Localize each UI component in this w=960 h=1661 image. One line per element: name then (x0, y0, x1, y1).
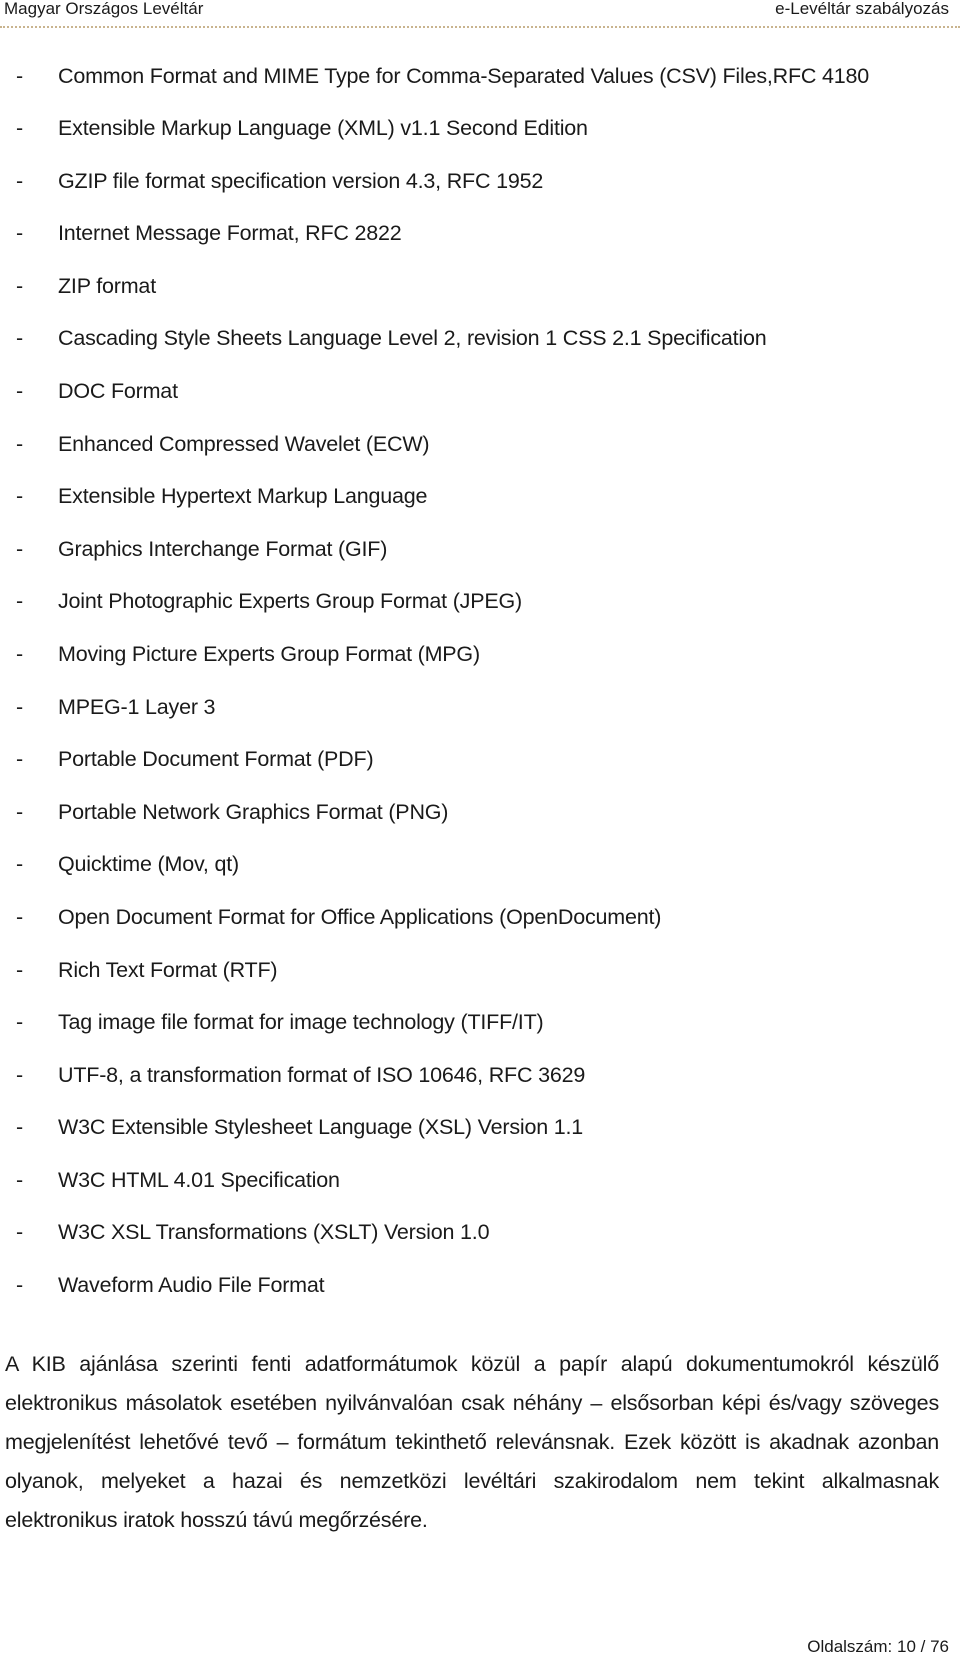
list-item-text: Internet Message Format, RFC 2822 (58, 221, 402, 246)
list-item: - UTF-8, a transformation format of ISO 1… (0, 1049, 960, 1102)
list-item: - GZIP file format specification version … (0, 155, 960, 208)
body-paragraph: A KIB ajánlása szerinti fenti adatformát… (5, 1352, 939, 1532)
list-item: - Enhanced Compressed Wavelet (ECW) (0, 418, 960, 471)
list-item-text: Extensible Markup Language (XML) v1.1 Se… (58, 116, 588, 140)
bullet-dash: - (16, 326, 23, 351)
list-item: - Portable Network Graphics Format (PNG) (0, 786, 960, 839)
list-item-text: Common Format and MIME Type for Comma-Se… (58, 64, 870, 88)
list-item-text: Quicktime (Mov, qt) (58, 852, 239, 877)
bullet-dash: - (16, 536, 23, 561)
list-item: - Joint Photographic Experts Group Format… (0, 575, 960, 628)
bullet-dash: - (16, 694, 23, 719)
bullet-dash: - (16, 116, 23, 140)
list-item-text: Tag image file format for image technolo… (58, 1010, 544, 1035)
list-item-text: W3C HTML 4.01 Specification (58, 1167, 340, 1192)
list-item-text: Waveform Audio File Format (58, 1273, 325, 1298)
page-header: Magyar Országos Levéltár e-Levéltár szab… (0, 0, 960, 28)
list-item: - Rich Text Format (RTF) (0, 944, 960, 997)
list-item: - W3C XSL Transformations (XSLT) Version … (0, 1206, 960, 1259)
list-item-text: MPEG-1 Layer 3 (58, 694, 216, 719)
list-item-text: Open Document Format for Office Applicat… (58, 904, 662, 929)
list-item-text: Portable Document Format (PDF) (58, 747, 374, 772)
list-item: - Internet Message Format, RFC 2822 (0, 207, 960, 260)
bullet-dash: - (16, 1220, 23, 1245)
list-item: - Moving Picture Experts Group Format (MP… (0, 628, 960, 681)
bullet-dash: - (16, 1167, 23, 1192)
list-item-text: Joint Photographic Experts Group Format … (58, 589, 522, 614)
bullet-dash: - (16, 64, 23, 88)
list-item-text: Cascading Style Sheets Language Level 2,… (58, 326, 767, 351)
list-item: - ZIP format (0, 260, 960, 313)
list-item: - MPEG-1 Layer 3 (0, 681, 960, 734)
bullet-dash: - (16, 852, 23, 877)
format-list: - Common Format and MIME Type for Comma-S… (0, 50, 960, 1312)
bullet-dash: - (16, 799, 23, 824)
list-item-text: Graphics Interchange Format (GIF) (58, 536, 388, 561)
bullet-dash: - (16, 1273, 23, 1298)
bullet-dash: - (16, 1062, 23, 1087)
bullet-dash: - (16, 589, 23, 614)
bullet-dash: - (16, 273, 23, 298)
bullet-dash: - (16, 168, 23, 193)
list-item: - Common Format and MIME Type for Comma-S… (0, 50, 960, 102)
header-organization: Magyar Országos Levéltár (4, 0, 204, 18)
header-document-title: e-Levéltár szabályozás (775, 0, 949, 18)
bullet-dash: - (16, 1010, 23, 1035)
list-item-text: Moving Picture Experts Group Format (MPG… (58, 641, 480, 666)
list-item: - Open Document Format for Office Applica… (0, 891, 960, 944)
list-item-text: ZIP format (58, 273, 156, 298)
bullet-dash: - (16, 378, 23, 403)
bullet-dash: - (16, 431, 23, 456)
list-item: - W3C HTML 4.01 Specification (0, 1154, 960, 1207)
list-item-text: Extensible Hypertext Markup Language (58, 484, 428, 509)
list-item: - Extensible Hypertext Markup Language (0, 470, 960, 523)
list-item: - Waveform Audio File Format (0, 1259, 960, 1312)
bullet-dash: - (16, 904, 23, 929)
list-item-text: Rich Text Format (RTF) (58, 957, 278, 982)
list-item-text: UTF-8, a transformation format of ISO 10… (58, 1062, 586, 1087)
list-item: - Tag image file format for image technol… (0, 996, 960, 1049)
list-item: - Graphics Interchange Format (GIF) (0, 523, 960, 576)
bullet-dash: - (16, 641, 23, 666)
list-item: - DOC Format (0, 365, 960, 418)
list-item-text: W3C Extensible Stylesheet Language (XSL)… (58, 1115, 584, 1140)
bullet-dash: - (16, 221, 23, 246)
list-item-text: W3C XSL Transformations (XSLT) Version 1… (58, 1220, 490, 1245)
list-item-text: Portable Network Graphics Format (PNG) (58, 799, 449, 824)
list-item-text: DOC Format (58, 378, 178, 403)
bullet-dash: - (16, 1115, 23, 1140)
list-item: - Extensible Markup Language (XML) v1.1 S… (0, 102, 960, 155)
bullet-dash: - (16, 957, 23, 982)
list-item: - Cascading Style Sheets Language Level 2… (0, 312, 960, 365)
bullet-dash: - (16, 747, 23, 772)
list-item: - Portable Document Format (PDF) (0, 733, 960, 786)
bullet-dash: - (16, 484, 23, 509)
page-number: Oldalszám: 10 / 76 (807, 1637, 949, 1656)
list-item-text: GZIP file format specification version 4… (58, 168, 544, 193)
list-item: - W3C Extensible Stylesheet Language (XSL… (0, 1101, 960, 1154)
list-item: - Quicktime (Mov, qt) (0, 838, 960, 891)
list-item-text: Enhanced Compressed Wavelet (ECW) (58, 431, 430, 456)
